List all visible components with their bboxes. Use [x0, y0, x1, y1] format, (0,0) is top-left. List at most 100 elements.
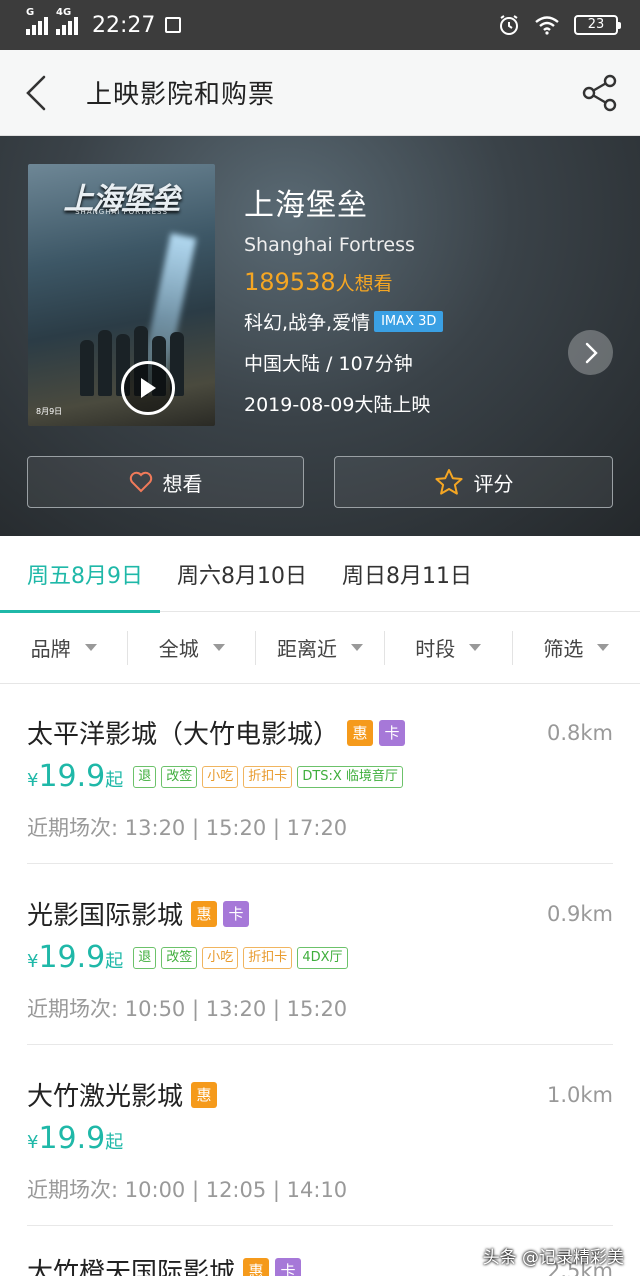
tab-date-sat[interactable]: 周六8月10日: [177, 536, 307, 612]
cinema-distance: 0.9km: [546, 901, 613, 926]
currency-symbol: ¥: [27, 1132, 39, 1153]
currency-symbol: ¥: [27, 770, 39, 791]
cinema-name: 大竹橙天国际影城: [27, 1258, 236, 1276]
discount-tag: 惠: [191, 1081, 218, 1108]
filter-distance[interactable]: 距离近: [256, 630, 385, 665]
play-icon: [141, 378, 156, 398]
filter-label: 品牌: [30, 637, 71, 661]
cinema-header: 太平洋影城（大竹电影城） 惠 卡 0.8km: [27, 714, 613, 751]
cinema-price-row: ¥19.9起 退 改签 小吃 折扣卡 DTS:X 临境音厅: [27, 759, 613, 794]
filter-label: 筛选: [543, 637, 584, 661]
cinema-price-row: ¥19.9起: [27, 1121, 613, 1156]
star-icon: [434, 469, 463, 495]
movie-header: 上海堡垒 SHANGHAI FORTRESS 8月9日 上海堡垒 Shangha…: [0, 136, 640, 536]
cinema-showtimes: 近期场次: 10:50 | 13:20 | 15:20: [27, 993, 613, 1023]
discount-tag: 惠: [243, 1257, 270, 1276]
want-count: 189538人想看: [244, 268, 443, 296]
status-bar: G 4G 22:27 23: [0, 0, 640, 50]
cinema-name: 太平洋影城（大竹电影城）: [27, 720, 340, 750]
price-value: 19.9: [38, 759, 106, 794]
cinema-header: 大竹激光影城 惠 1.0km: [27, 1076, 613, 1113]
cinema-price-row: ¥19.9起 退 改签 小吃 折扣卡 4DX厅: [27, 940, 613, 975]
feature-tag: 小吃: [202, 765, 239, 788]
cinema-item[interactable]: 太平洋影城（大竹电影城） 惠 卡 0.8km ¥19.9起 退 改签 小吃 折扣…: [27, 684, 613, 864]
want-button[interactable]: 想看: [27, 456, 304, 508]
filter-bar: 品牌 全城 距离近 时段 筛选: [0, 612, 640, 684]
wifi-icon: [535, 16, 559, 35]
price-suffix: 起: [105, 951, 124, 972]
showtimes-label: 近期场次:: [27, 1178, 119, 1202]
tab-date-fri[interactable]: 周五8月9日: [0, 536, 160, 613]
signal-4g-icon: 4G: [56, 7, 78, 35]
feature-tag: 退: [133, 946, 157, 969]
feature-tag: 改签: [161, 946, 198, 969]
movie-release-date: 2019-08-09大陆上映: [244, 394, 431, 416]
poster-subtitle: SHANGHAI FORTRESS: [75, 208, 168, 216]
feature-tag: 折扣卡: [243, 946, 293, 969]
date-tabs: 周五8月9日 周六8月10日 周日8月11日: [0, 536, 640, 613]
feature-tag: 退: [133, 765, 157, 788]
movie-detail-button[interactable]: [568, 330, 613, 375]
filter-time[interactable]: 时段: [385, 630, 513, 665]
showtimes-label: 近期场次:: [27, 997, 119, 1021]
caret-down-icon: [84, 644, 97, 651]
cinema-price: ¥19.9起: [27, 1121, 123, 1156]
movie-genre-row: 科幻,战争,爱情 IMAX 3D: [244, 308, 444, 335]
movie-info: 上海堡垒 Shanghai Fortress 189538人想看 科幻,战争,爱…: [244, 180, 444, 417]
cinema-header: 光影国际影城 惠 卡 0.9km: [27, 895, 613, 932]
format-badge: IMAX 3D: [374, 311, 444, 332]
filter-label: 时段: [415, 637, 456, 661]
notification-icon: [165, 17, 182, 33]
showtimes-values: 10:00 | 12:05 | 14:10: [124, 1178, 348, 1202]
movie-region-duration: 中国大陆 / 107分钟: [244, 353, 413, 375]
filter-brand[interactable]: 品牌: [0, 630, 129, 665]
caret-down-icon: [469, 644, 482, 651]
tab-date-sun[interactable]: 周日8月11日: [342, 536, 472, 612]
movie-genres: 科幻,战争,爱情: [244, 312, 371, 334]
watermark: 头条 @记录精彩美: [482, 1248, 624, 1268]
price-value: 19.9: [38, 940, 106, 975]
cinema-item[interactable]: 大竹激光影城 惠 1.0km ¥19.9起 近期场次: 10:00 | 12:0…: [27, 1045, 613, 1226]
feature-tag: DTS:X 临境音厅: [297, 765, 403, 788]
alarm-icon: [500, 15, 518, 35]
feature-tag: 折扣卡: [243, 765, 293, 788]
showtimes-values: 13:20 | 15:20 | 17:20: [124, 816, 348, 840]
page-title: 上映影院和购票: [86, 80, 276, 110]
play-trailer-button[interactable]: [121, 361, 175, 415]
feature-tag: 改签: [161, 765, 198, 788]
signal-icon: G: [26, 7, 48, 35]
movie-title: 上海堡垒: [244, 188, 368, 223]
rate-button[interactable]: 评分: [334, 456, 613, 508]
poster-figure: [98, 330, 112, 396]
price-suffix: 起: [105, 1132, 124, 1153]
back-button[interactable]: [0, 50, 72, 136]
network-label: G: [26, 7, 35, 18]
share-button[interactable]: [560, 50, 640, 136]
want-number: 189538: [244, 268, 336, 296]
rate-button-label: 评分: [473, 471, 514, 496]
filter-label: 距离近: [277, 637, 337, 661]
heart-icon: [129, 471, 152, 493]
nav-bar: 上映影院和购票: [0, 50, 640, 136]
poster-figure: [80, 340, 94, 396]
cinema-distance: 0.8km: [546, 720, 613, 745]
showtimes-values: 10:50 | 13:20 | 15:20: [124, 997, 348, 1021]
poster-date: 8月9日: [36, 407, 63, 416]
cinema-name: 光影国际影城: [27, 901, 184, 931]
cinema-showtimes: 近期场次: 10:00 | 12:05 | 14:10: [27, 1174, 613, 1204]
showtimes-label: 近期场次:: [27, 816, 119, 840]
filter-label: 全城: [158, 637, 199, 661]
battery-icon: 23: [574, 15, 621, 35]
card-tag: 卡: [275, 1257, 302, 1276]
movie-english-title: Shanghai Fortress: [244, 234, 415, 256]
cinema-price: ¥19.9起: [27, 759, 123, 794]
filter-more[interactable]: 筛选: [513, 631, 640, 665]
cinema-distance: 1.0km: [546, 1082, 613, 1107]
price-suffix: 起: [105, 770, 124, 791]
discount-tag: 惠: [347, 719, 374, 746]
currency-symbol: ¥: [27, 951, 39, 972]
cinema-item[interactable]: 光影国际影城 惠 卡 0.9km ¥19.9起 退 改签 小吃 折扣卡 4DX厅…: [27, 864, 613, 1045]
filter-area[interactable]: 全城: [128, 630, 257, 665]
want-button-label: 想看: [162, 471, 203, 496]
feature-tag: 小吃: [202, 946, 239, 969]
